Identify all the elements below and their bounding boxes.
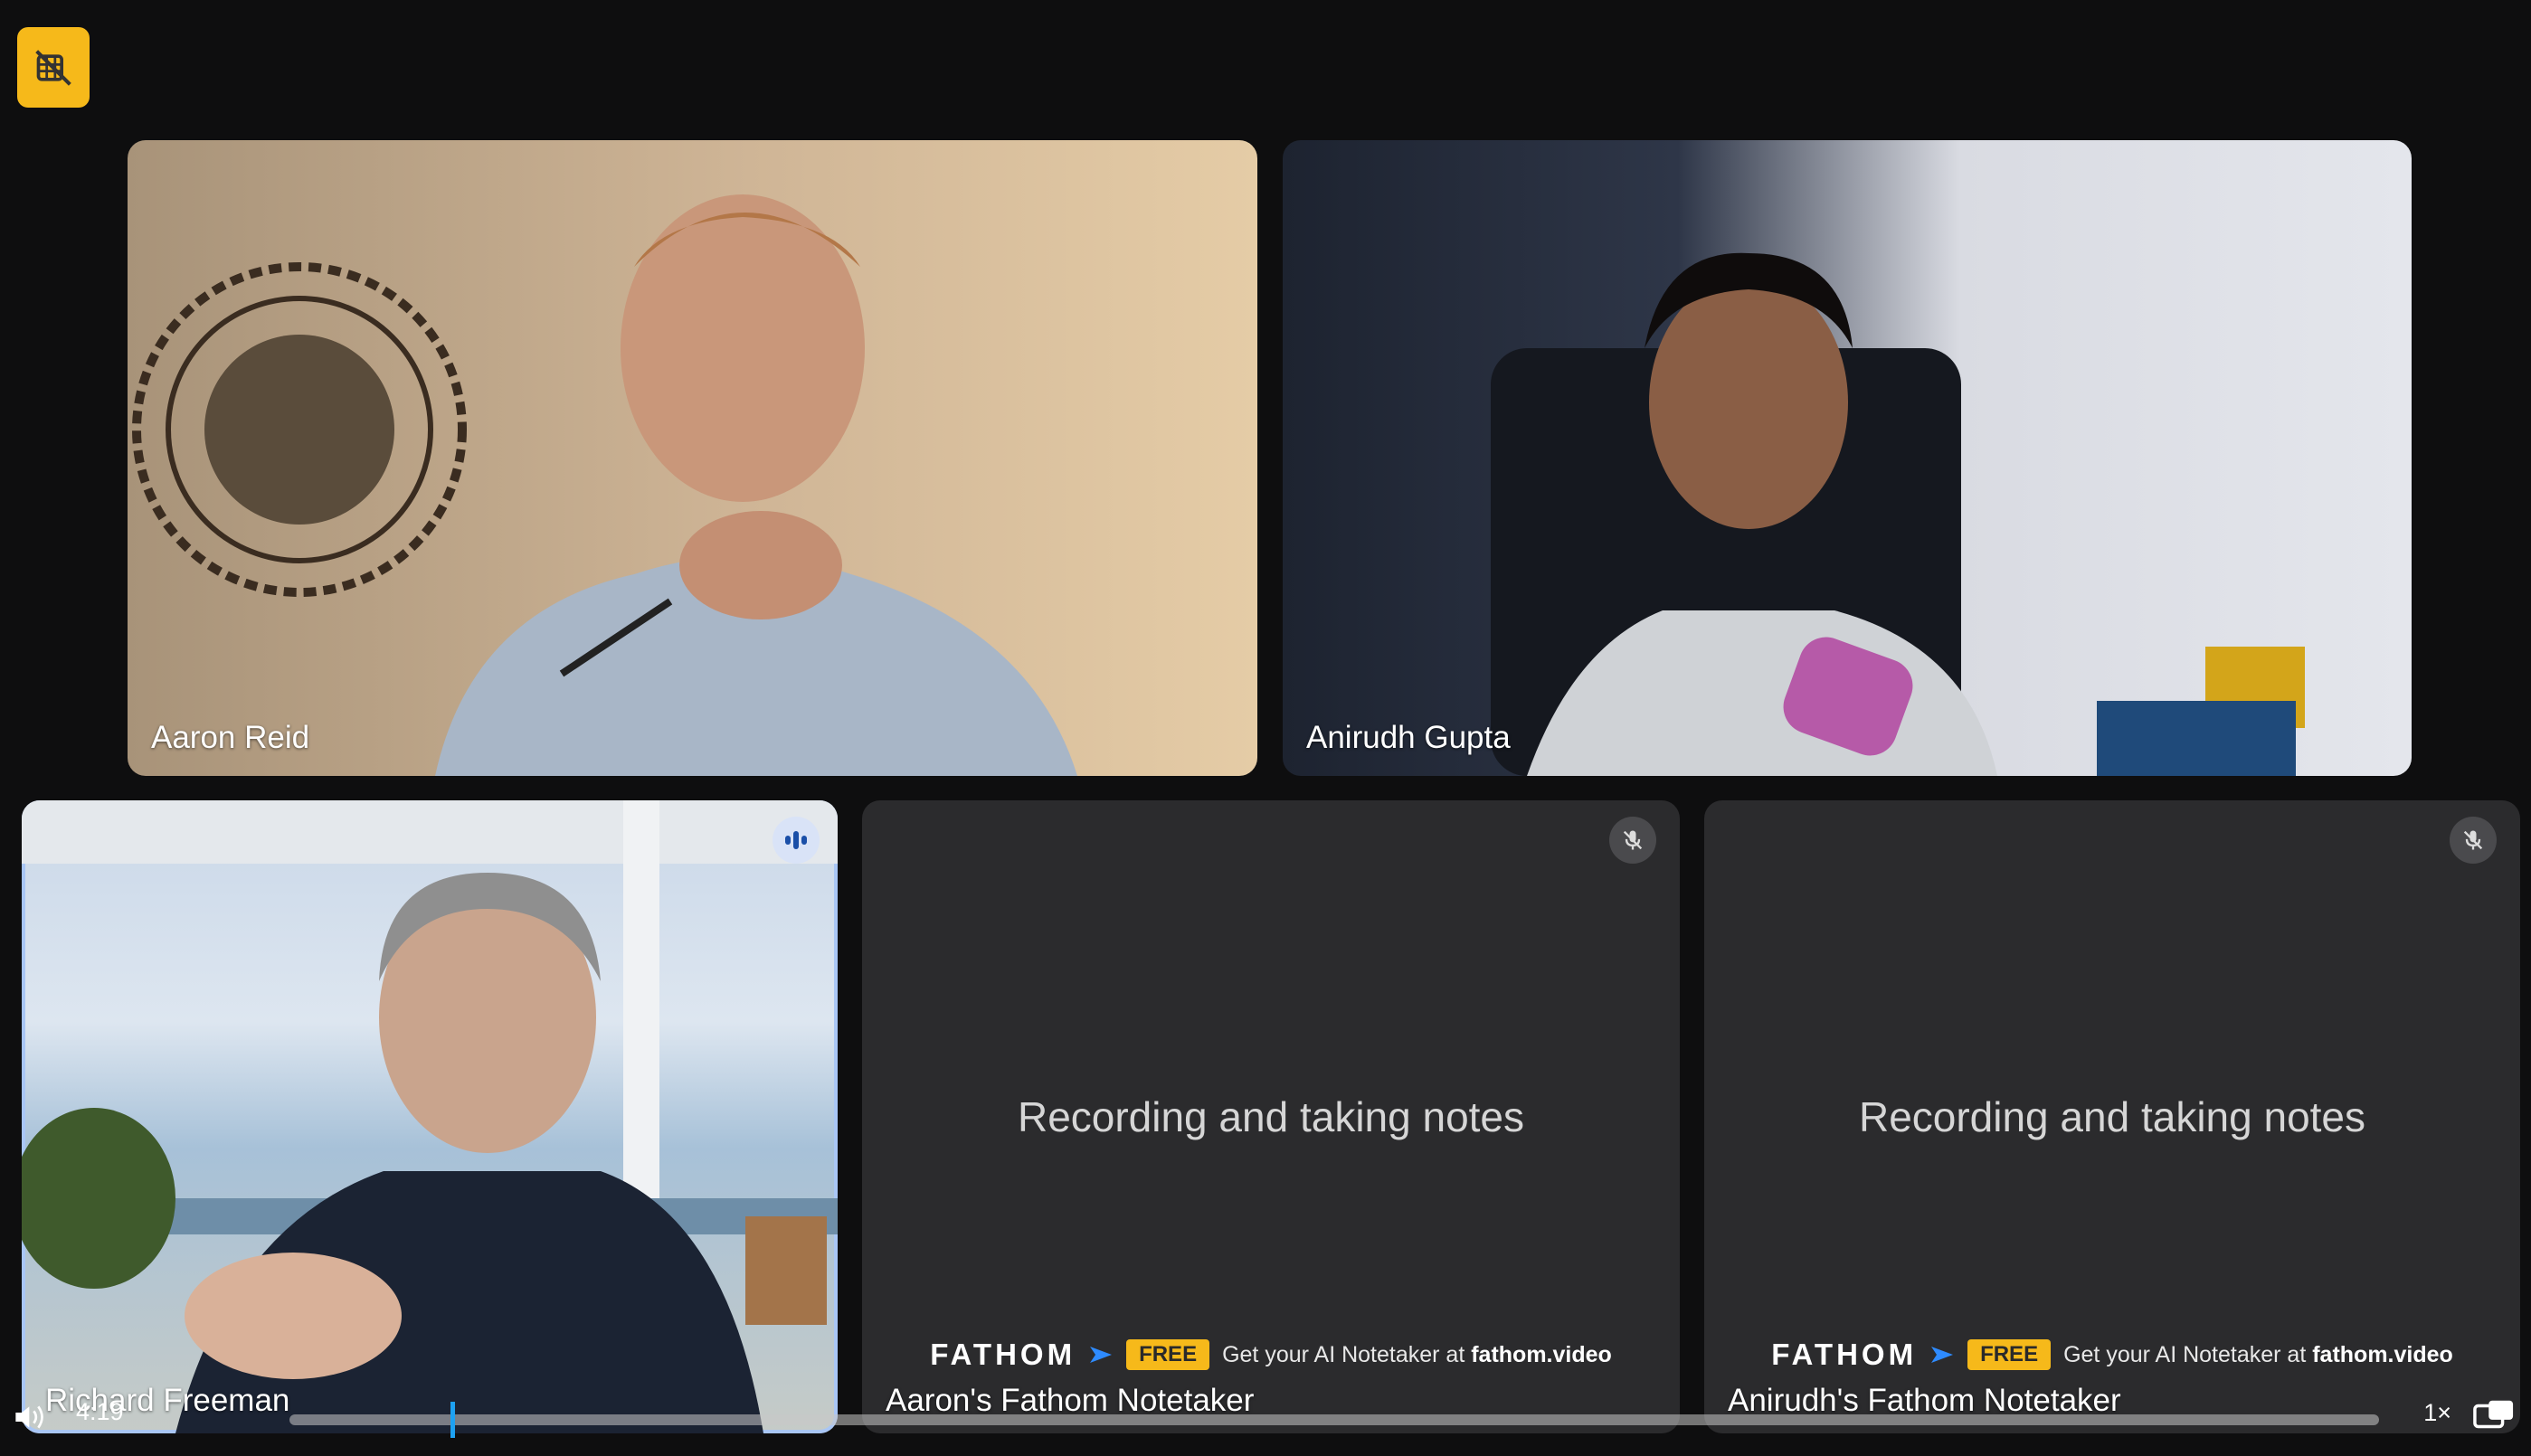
participant-video [1491,252,2305,776]
participant-tile-richard[interactable]: Richard Freeman [22,800,838,1433]
camera-off-button[interactable] [17,27,90,108]
fathom-cta: Get your AI Notetaker at fathom.video [1222,1341,1612,1367]
participant-name: Anirudh Gupta [1306,720,1511,755]
fathom-link[interactable]: fathom.video [2312,1342,2453,1367]
playback-speed[interactable]: 1× [2423,1399,2451,1427]
participant-video [132,194,1077,776]
participant-tile-aaron-notetaker[interactable]: Recording and taking notes FATHOM FREE G… [862,800,1680,1433]
participant-video [22,800,838,1433]
mic-off-icon [1609,817,1656,864]
playback-time: 4:19 [76,1398,124,1425]
fathom-logo: FATHOM [930,1338,1076,1371]
participant-name: Aaron Reid [151,720,310,755]
progress-marker[interactable] [450,1402,455,1438]
fathom-promo: FATHOM FREE Get your AI Notetaker at fat… [862,1338,1680,1372]
volume-icon[interactable] [13,1402,49,1432]
free-badge: FREE [1126,1339,1210,1370]
participant-tile-anirudh[interactable]: Anirudh Gupta [1283,140,2412,776]
progress-track[interactable] [289,1414,2379,1425]
fathom-link[interactable]: fathom.video [1471,1342,1612,1367]
notetaker-status: Recording and taking notes [1017,1093,1525,1140]
fathom-promo: FATHOM FREE Get your AI Notetaker at fat… [1704,1338,2520,1372]
free-badge: FREE [1967,1339,2052,1370]
speaking-indicator-icon [773,817,820,864]
notetaker-status: Recording and taking notes [1858,1093,2366,1140]
participant-tile-anirudh-notetaker[interactable]: Recording and taking notes FATHOM FREE G… [1704,800,2520,1433]
picture-in-picture-icon[interactable] [2473,1398,2515,1434]
mic-off-icon [2450,817,2497,864]
playback-bar: 4:19 1× [0,1395,2531,1440]
fathom-logo: FATHOM [1771,1338,1918,1371]
fathom-arrow-icon [1090,1347,1113,1363]
participant-tile-aaron[interactable]: Aaron Reid [128,140,1257,776]
fathom-cta: Get your AI Notetaker at fathom.video [2063,1341,2453,1367]
fathom-arrow-icon [1931,1347,1954,1363]
video-off-icon [35,49,71,86]
